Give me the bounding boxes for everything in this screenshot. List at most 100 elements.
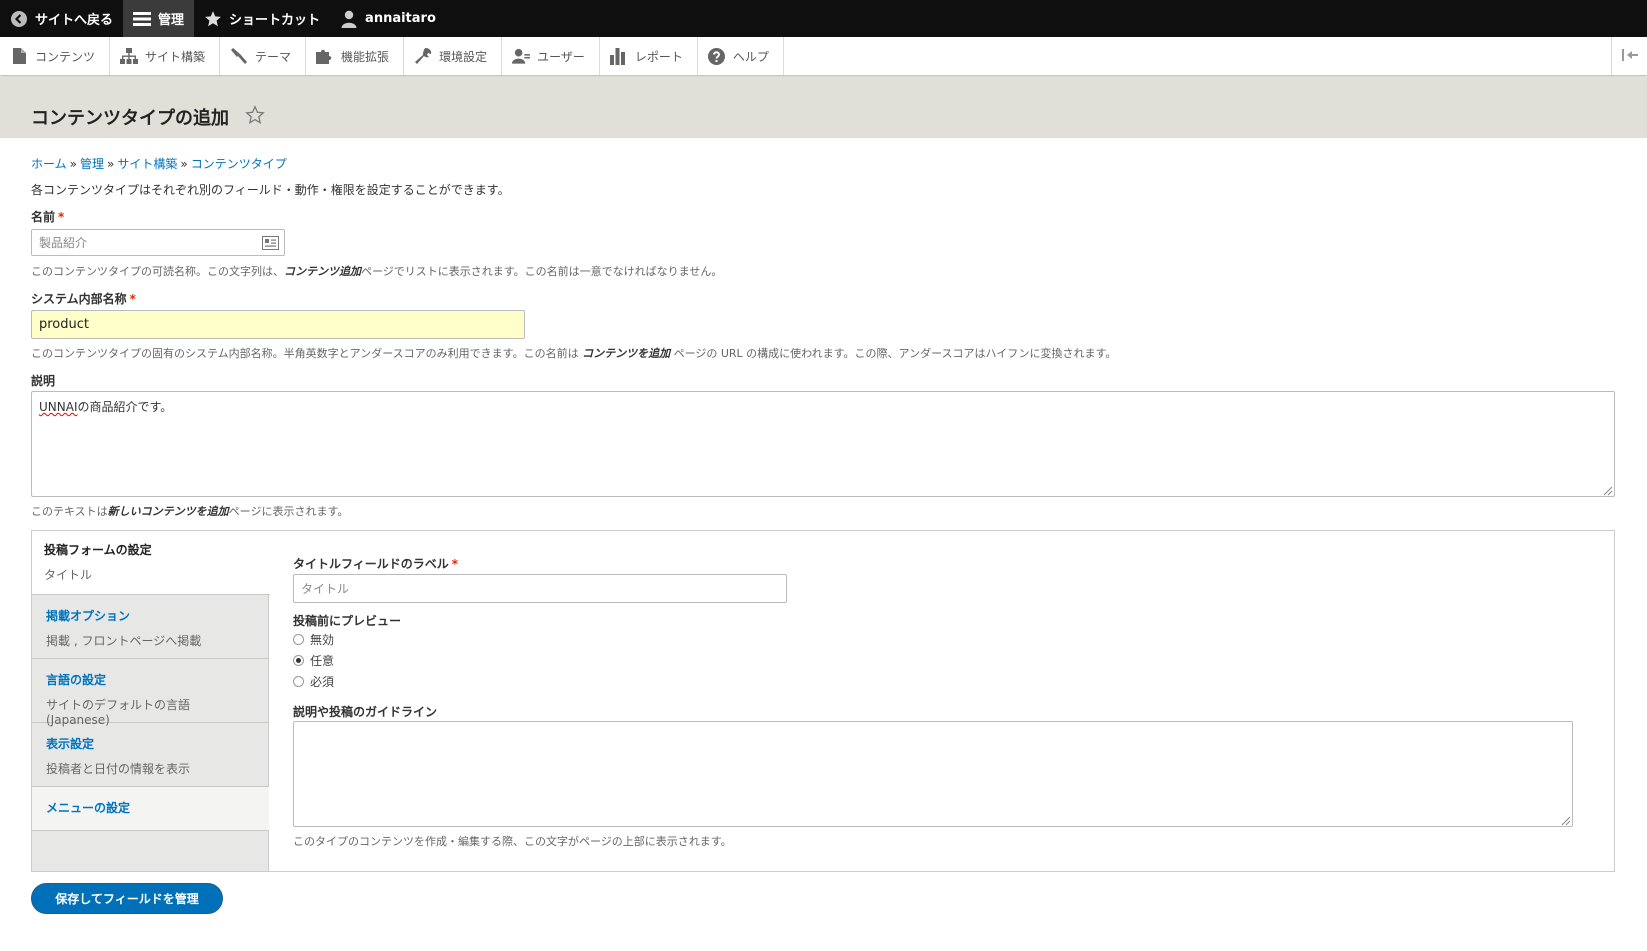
radio-button[interactable] <box>293 676 304 687</box>
title-label-value: タイトル <box>301 582 350 596</box>
page-title: コンテンツタイプの追加 <box>31 108 229 129</box>
breadcrumb-separator: » <box>180 157 188 171</box>
people-icon <box>512 47 531 65</box>
spellcheck-word: UNNAI <box>39 400 78 414</box>
name-label: 名前 * <box>31 208 64 225</box>
breadcrumb-admin[interactable]: 管理 <box>80 157 104 171</box>
tray-item-content[interactable]: コンテンツ <box>0 37 111 75</box>
tray-item-label: レポート <box>634 49 683 64</box>
machine-name-input[interactable]: product <box>31 310 525 339</box>
vtab-title: 言語の設定 <box>46 673 107 687</box>
radio-button[interactable] <box>293 634 304 645</box>
puzzle-icon <box>316 47 334 65</box>
add-shortcut-star-icon[interactable] <box>245 105 265 125</box>
machine-name-description: このコンテンツタイプの固有のシステム内部名称。半角英数字とアンダースコアのみ利用… <box>31 345 1116 361</box>
resize-handle-icon[interactable] <box>1561 815 1571 826</box>
vtab-display-settings[interactable]: 表示設定 投稿者と日付の情報を表示 <box>32 723 269 787</box>
breadcrumb-content-types[interactable]: コンテンツタイプ <box>191 157 287 171</box>
description-textarea[interactable]: UNNAIの商品紹介です。 <box>31 391 1615 497</box>
title-label-input[interactable]: タイトル <box>293 574 787 603</box>
tray-item-label: テーマ <box>255 49 292 64</box>
bar-chart-icon <box>609 47 628 65</box>
radio-button-selected[interactable] <box>293 655 304 666</box>
wrench-icon <box>414 47 432 65</box>
machine-name-value: product <box>39 317 90 332</box>
tray-item-people[interactable]: ユーザー <box>502 37 600 75</box>
back-to-site-label: サイトへ戻る <box>35 13 114 28</box>
name-label-text: 名前 <box>31 210 56 224</box>
desc-text: このテキストは <box>31 505 108 518</box>
breadcrumb-separator: » <box>69 157 77 171</box>
desc-emphasis: コンテンツ追加 <box>284 265 361 278</box>
breadcrumb: ホーム» 管理» サイト構築» コンテンツタイプ <box>31 155 287 172</box>
tray-item-label: サイト構築 <box>145 49 206 64</box>
user-button[interactable]: annaitaro <box>330 0 446 37</box>
tray-item-reports[interactable]: レポート <box>600 37 698 75</box>
document-icon <box>10 47 28 65</box>
back-to-site-button[interactable]: サイトへ戻る <box>0 0 123 37</box>
shortcuts-button[interactable]: ショートカット <box>194 0 330 37</box>
vtab-language-settings[interactable]: 言語の設定 サイトのデフォルトの言語 (Japanese) <box>32 659 269 727</box>
required-marker: * <box>58 210 65 224</box>
title-field-label-text: タイトルフィールドのラベル <box>293 557 449 571</box>
description-label: 説明 <box>31 374 56 388</box>
name-input-value: 製品紹介 <box>39 236 88 250</box>
manage-label: 管理 <box>158 13 185 28</box>
tray-item-appearance[interactable]: テーマ <box>220 37 307 75</box>
save-and-manage-fields-button[interactable]: 保存してフィールドを管理 <box>31 883 223 914</box>
breadcrumb-structure[interactable]: サイト構築 <box>117 157 177 171</box>
machine-name-label: システム内部名称 * <box>31 290 136 307</box>
tray-item-config[interactable]: 環境設定 <box>404 37 503 75</box>
radio-label: 必須 <box>310 675 335 689</box>
tray-item-structure[interactable]: サイト構築 <box>110 37 221 75</box>
tray-item-label: コンテンツ <box>35 49 96 64</box>
breadcrumb-home[interactable]: ホーム <box>31 157 67 171</box>
desc-emphasis: コンテンツを追加 <box>582 347 671 360</box>
user-icon <box>340 10 358 28</box>
name-input[interactable]: 製品紹介 <box>31 229 285 256</box>
tray-item-label: ヘルプ <box>732 49 769 64</box>
breadcrumb-separator: » <box>107 157 115 171</box>
admin-menu-tray: コンテンツ サイト構築 テーマ 機能拡張 環境設定 ユーザー レポート ヘルプ <box>0 37 1647 76</box>
page-header: コンテンツタイプの追加 <box>0 77 1647 138</box>
contact-card-icon <box>262 236 279 250</box>
required-marker: * <box>129 292 136 306</box>
desc-text: ページでリストに表示されます。この名前は一意でなければなりません。 <box>361 265 723 278</box>
vtab-publishing-options[interactable]: 掲載オプション 掲載 , フロントページへ掲載 <box>32 595 269 659</box>
manage-button[interactable]: 管理 <box>123 0 195 37</box>
required-marker: * <box>451 557 459 571</box>
vtab-title: 掲載オプション <box>46 609 131 623</box>
vtab-title: 表示設定 <box>46 737 95 751</box>
tray-item-label: ユーザー <box>537 49 585 64</box>
title-field-label: タイトルフィールドのラベル * <box>293 555 458 572</box>
machine-name-label-text: システム内部名称 <box>31 292 127 306</box>
help-guidelines-label: 説明や投稿のガイドライン <box>293 705 438 719</box>
resize-handle-icon[interactable] <box>1603 485 1613 496</box>
paint-brush-icon <box>230 47 248 65</box>
preview-option-disabled[interactable]: 無効 <box>293 631 334 648</box>
tray-item-label: 機能拡張 <box>341 49 390 64</box>
preview-option-required[interactable]: 必須 <box>293 673 334 690</box>
vtab-submission-form[interactable]: 投稿フォームの設定 タイトル <box>32 531 270 595</box>
help-guidelines-description: このタイプのコンテンツを作成・編集する際、この文字がページの上部に表示されます。 <box>293 835 732 848</box>
name-description: このコンテンツタイプの可読名称。この文字列は、コンテンツ追加ページでリストに表示… <box>31 263 722 279</box>
star-icon <box>204 10 222 28</box>
user-label: annaitaro <box>365 11 436 26</box>
admin-toolbar: サイトへ戻る 管理 ショートカット annaitaro <box>0 0 1647 37</box>
tray-orientation-toggle[interactable] <box>1611 37 1647 75</box>
vtab-title: 投稿フォームの設定 <box>44 543 152 557</box>
description-value: の商品紹介です。 <box>77 400 173 414</box>
tray-item-help[interactable]: ヘルプ <box>698 37 784 75</box>
help-guidelines-textarea[interactable] <box>293 721 1573 827</box>
preview-option-optional[interactable]: 任意 <box>293 652 334 669</box>
vertical-tabs: 投稿フォームの設定 タイトル 掲載オプション 掲載 , フロントページへ掲載 言… <box>31 530 1615 872</box>
radio-label: 任意 <box>310 654 335 668</box>
intro-text: 各コンテンツタイプはそれぞれ別のフィールド・動作・権限を設定することができます。 <box>31 183 510 197</box>
hamburger-icon <box>133 10 152 28</box>
vtab-menu-settings[interactable]: メニューの設定 <box>32 787 269 831</box>
tray-item-extend[interactable]: 機能拡張 <box>306 37 405 75</box>
vertical-tabs-menu: 投稿フォームの設定 タイトル 掲載オプション 掲載 , フロントページへ掲載 言… <box>32 531 270 871</box>
sitemap-icon <box>120 47 139 65</box>
vtab-summary: 掲載 , フロントページへ掲載 <box>46 634 202 648</box>
radio-label: 無効 <box>310 633 335 647</box>
